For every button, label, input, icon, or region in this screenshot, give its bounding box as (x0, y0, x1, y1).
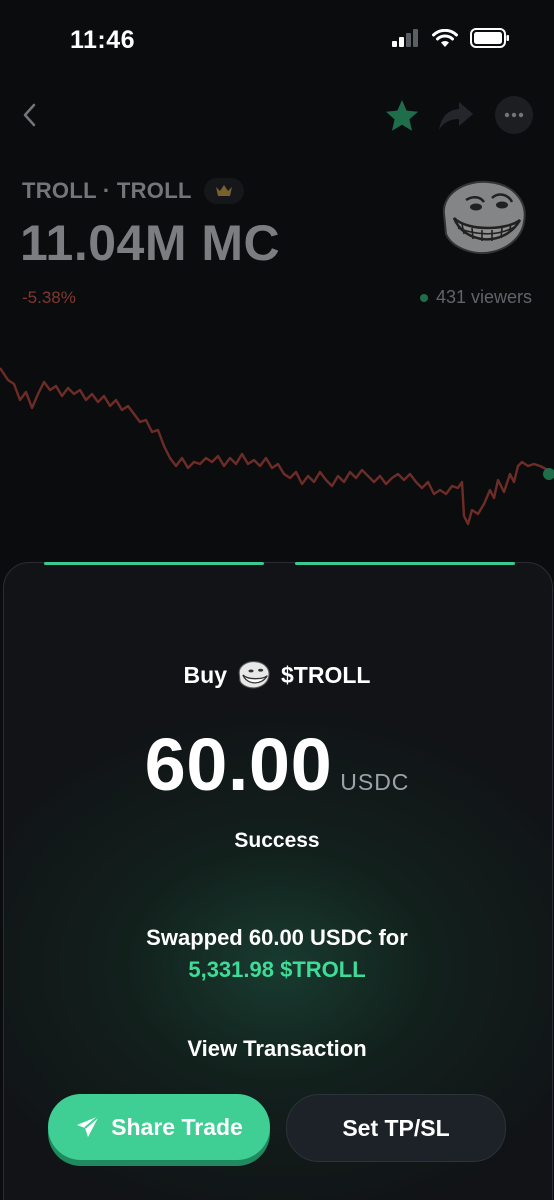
price-change: -5.38% (22, 288, 76, 307)
crown-badge (203, 178, 244, 204)
token-avatar (442, 180, 526, 254)
trade-action: Buy (183, 661, 227, 688)
view-transaction-link[interactable]: View Transaction (0, 1036, 554, 1062)
market-cap: 11.04M MC (20, 215, 281, 271)
sheet-tab-indicator-left (44, 562, 264, 565)
crown-icon (215, 185, 232, 196)
share-icon[interactable] (437, 98, 475, 134)
price-marker (543, 468, 554, 480)
share-trade-label: Share Trade (111, 1113, 243, 1140)
amount-row: 60.00 USDC (0, 722, 554, 807)
live-dot (419, 293, 428, 302)
more-icon[interactable] (495, 96, 533, 134)
trade-unit: USDC (340, 769, 410, 795)
share-trade-button[interactable]: Share Trade (48, 1094, 270, 1160)
received-amount: 5,331.98 $TROLL (188, 957, 366, 982)
buy-header: Buy $TROLL (0, 660, 554, 690)
star-icon[interactable] (384, 98, 420, 134)
token-title-row: TROLL · TROLL (22, 178, 244, 204)
price-chart (0, 367, 554, 526)
token-name: TROLL · TROLL (22, 178, 192, 203)
trade-symbol: $TROLL (281, 661, 371, 688)
token-mini-avatar (238, 661, 270, 689)
swapped-text: Swapped 60.00 USDC for (146, 925, 408, 950)
status-text: Success (234, 829, 320, 852)
token-page-background: TROLL · TROLL 11.04M MC -5.38% 431 viewe… (0, 0, 554, 600)
set-tp-sl-button[interactable]: Set TP/SL (286, 1094, 506, 1162)
price-line (0, 367, 554, 526)
sheet-tab-indicator-right (295, 562, 515, 565)
viewers-label: 431 viewers (435, 287, 532, 307)
paper-plane-icon (77, 1115, 100, 1137)
set-tp-sl-label: Set TP/SL (342, 1114, 450, 1141)
trade-amount: 60.00 (144, 723, 333, 806)
back-chevron-icon[interactable] (16, 100, 46, 130)
screen: 11:46 TROLL · TROLL 11.04M MC -5.38% 431… (0, 0, 554, 1200)
viewer-count: 431 viewers (419, 287, 532, 308)
